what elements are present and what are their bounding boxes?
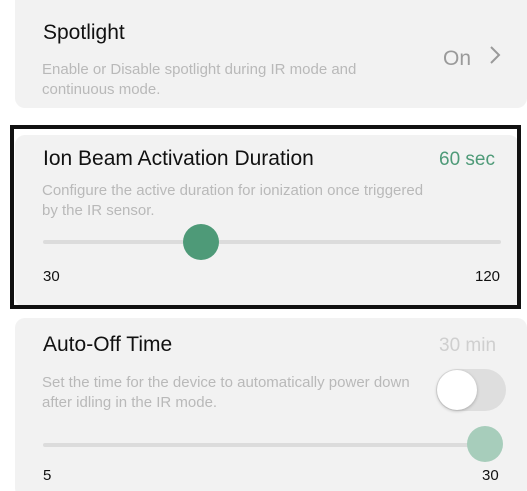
toggle-knob[interactable] [437,370,477,410]
spotlight-description: Enable or Disable spotlight during IR mo… [42,61,357,98]
auto-off-slider-track[interactable] [43,443,501,447]
settings-page: Spotlight Enable or Disable spotlight du… [0,0,527,491]
chevron-right-icon[interactable] [489,45,501,71]
auto-off-description: Set the time for the device to automatic… [42,374,410,411]
highlight-frame [10,125,521,309]
auto-off-title: Auto-Off Time [43,333,173,356]
auto-off-value: 30 min [439,335,497,356]
auto-off-card: Auto-Off Time 30 min Set the time for th… [15,318,527,491]
auto-off-toggle[interactable] [436,369,506,411]
auto-off-slider-thumb[interactable] [467,426,503,462]
spotlight-title: Spotlight [43,21,125,44]
spotlight-card[interactable]: Spotlight Enable or Disable spotlight du… [15,0,527,108]
auto-off-slider-max: 30 [482,467,499,484]
spotlight-value[interactable]: On [443,47,471,71]
auto-off-slider-min: 5 [43,467,52,484]
